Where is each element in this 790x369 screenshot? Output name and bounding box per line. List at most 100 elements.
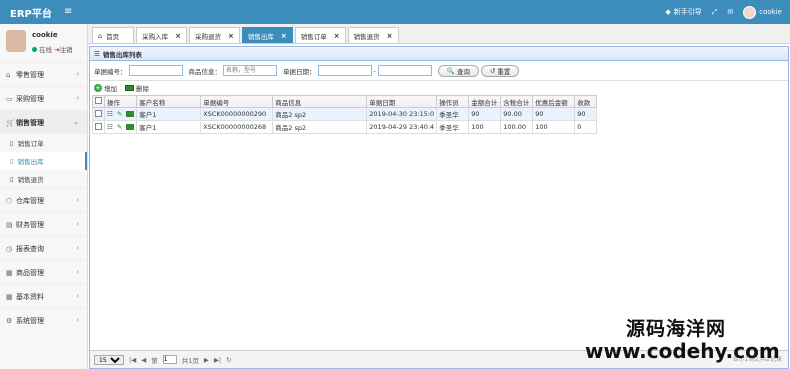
prev-page-icon[interactable]: ◀ [141, 356, 146, 364]
table-cell: 90.00 [500, 107, 534, 121]
watermark-title: 源码海洋网 [626, 318, 727, 340]
column-header[interactable]: 客户名称 [136, 95, 202, 108]
date-label: 单据日期： [283, 67, 316, 76]
table-row[interactable]: ☷ ✎ 客户1 XSCK00000000290 商品2 sp2 2019-04-30 23… [92, 107, 598, 121]
add-button[interactable]: + 增加 [94, 83, 117, 93]
table-cell: 2019-04-29 23:40:4 [366, 120, 438, 134]
submenu-item-2[interactable]: ▯ 销售退货 [0, 170, 87, 188]
menu-toggle-icon[interactable]: ≡ [64, 6, 72, 17]
sidebar-item-3[interactable]: ⬡ 仓库管理 ‹ [0, 188, 87, 212]
goods-input[interactable] [223, 65, 277, 76]
diamond-icon: ◆ [665, 8, 671, 16]
delete-button[interactable]: 删除 [125, 83, 149, 93]
checkbox[interactable] [95, 97, 102, 104]
chevron-down-icon: ⌄ [73, 118, 79, 126]
page-input[interactable] [162, 355, 177, 364]
tab-0[interactable]: ⌂ 首页 [92, 27, 135, 43]
cube-icon: ⬡ [6, 196, 13, 205]
column-header[interactable]: 操作员 [436, 95, 470, 108]
grid-icon: ▦ [6, 292, 13, 301]
page-size-select[interactable]: 15 [94, 354, 124, 365]
table-cell: 0 [574, 120, 598, 134]
column-header[interactable]: 收款 [574, 95, 598, 108]
chevron-left-icon: ‹ [76, 292, 79, 300]
table-cell: 100.00 [500, 120, 534, 134]
tab-bar: ⌂ 首页 采购入库 × 采购退货 × 销售出库 × 销售订单 × 销售退货 × [88, 24, 790, 44]
close-icon[interactable]: × [175, 32, 181, 40]
submenu-item-1[interactable]: ▯ 销售出库 [0, 152, 87, 170]
shop-icon: ⌂ [6, 70, 11, 79]
sidebar-item-4[interactable]: ▤ 财务管理 ‹ [0, 212, 87, 236]
data-grid: 操作 客户名称 单据编号 商品信息 单据日期 操作员 金额合计 含税合计 优惠后金额 收款 ☷ ✎ 客… [92, 95, 598, 134]
column-header[interactable]: 单据日期 [366, 95, 438, 108]
sidebar-item-label: 仓库管理 [16, 196, 44, 205]
column-header[interactable]: 单据编号 [200, 95, 274, 108]
tab-2[interactable]: 采购退货 × [189, 27, 240, 43]
close-icon[interactable]: × [334, 32, 340, 40]
delete-icon [125, 85, 134, 91]
sidebar-item-label: 采购管理 [16, 94, 44, 103]
column-header[interactable]: 优惠后金额 [532, 95, 576, 108]
tab-3[interactable]: 销售出库 × [241, 27, 293, 43]
user-avatar [6, 30, 26, 52]
close-icon[interactable]: × [228, 32, 234, 40]
column-header[interactable]: 含税合计 [500, 95, 534, 108]
sidebar-item-7[interactable]: ▦ 基本资料 ‹ [0, 284, 87, 308]
table-cell: 季圣华 [436, 120, 470, 134]
reset-button[interactable]: ↺ 重置 [480, 64, 520, 77]
select-all-header[interactable] [92, 95, 105, 108]
sidebar-item-5[interactable]: ◷ 报表查询 ‹ [0, 236, 87, 260]
chevron-left-icon: ‹ [76, 316, 79, 324]
table-cell: 100 [468, 120, 502, 134]
sidebar-item-1[interactable]: ▭ 采购管理 ‹ [0, 86, 87, 110]
row-checkbox[interactable] [95, 122, 102, 130]
table-row[interactable]: ☷ ✎ 客户1 XSCK00000000268 商品2 sp2 2019-04-29 23… [92, 120, 598, 134]
edit-icon[interactable]: ✎ [117, 123, 122, 131]
home-icon: ⌂ [98, 31, 103, 40]
date-to-input[interactable] [377, 65, 432, 76]
close-icon[interactable]: × [387, 32, 393, 40]
doc-no-input[interactable] [128, 65, 183, 76]
close-icon[interactable]: × [281, 32, 287, 40]
app-title[interactable]: ERP平台 [0, 0, 88, 24]
logout-link[interactable]: 注销 [60, 46, 73, 54]
top-bar: ERP平台 ≡ ◆ 新手引导 ⤢ ✉ cookie [0, 0, 790, 24]
sidebar-item-0[interactable]: ⌂ 零售管理 ‹ [0, 62, 87, 86]
detail-icon[interactable]: ☷ [107, 123, 113, 131]
sidebar-item-label: 基本资料 [16, 292, 44, 301]
column-header[interactable]: 操作 [103, 95, 138, 108]
tab-5[interactable]: 销售退货 × [347, 27, 399, 43]
date-from-input[interactable] [317, 65, 372, 76]
row-checkbox[interactable] [95, 109, 102, 117]
date-separator: - [373, 66, 376, 75]
next-page-icon[interactable]: ▶ [204, 356, 209, 364]
sidebar-item-2[interactable]: 🛒 销售管理 ⌄ [0, 110, 87, 134]
watermark-url: www.codehy.com [585, 339, 780, 363]
delete-row-icon[interactable] [126, 111, 135, 117]
add-icon: + [94, 84, 102, 92]
tab-1[interactable]: 采购入库 × [136, 27, 188, 43]
user-menu[interactable]: cookie [743, 5, 782, 19]
first-page-icon[interactable]: |◀ [129, 356, 136, 364]
clock-icon: ◷ [6, 244, 13, 253]
delete-row-icon[interactable] [126, 124, 135, 130]
table-cell: 商品2 sp2 [272, 120, 368, 134]
goods-label: 商品信息： [188, 67, 222, 76]
column-header[interactable]: 金额合计 [468, 95, 502, 108]
last-page-icon[interactable]: ▶| [214, 356, 221, 364]
sidebar-item-6[interactable]: ▦ 商品管理 ‹ [0, 260, 87, 284]
user-panel: cookie 在线 ⇥注销 [0, 24, 87, 62]
sidebar-item-8[interactable]: ⚙ 系统管理 ‹ [0, 308, 87, 332]
refresh-icon[interactable]: ↻ [226, 356, 231, 364]
message-icon[interactable]: ✉ [727, 8, 733, 16]
edit-icon[interactable]: ✎ [117, 110, 122, 118]
detail-icon[interactable]: ☷ [107, 110, 113, 118]
query-button[interactable]: 🔍 查询 [437, 64, 479, 77]
page-total: 共1页 [181, 356, 199, 365]
column-header[interactable]: 商品信息 [272, 95, 368, 108]
tab-4[interactable]: 销售订单 × [294, 27, 346, 43]
guide-link[interactable]: ◆ 新手引导 [665, 7, 701, 17]
submenu-item-0[interactable]: ▯ 销售订单 [0, 134, 87, 152]
chevron-left-icon: ‹ [76, 220, 79, 228]
fullscreen-icon[interactable]: ⤢ [712, 8, 718, 17]
